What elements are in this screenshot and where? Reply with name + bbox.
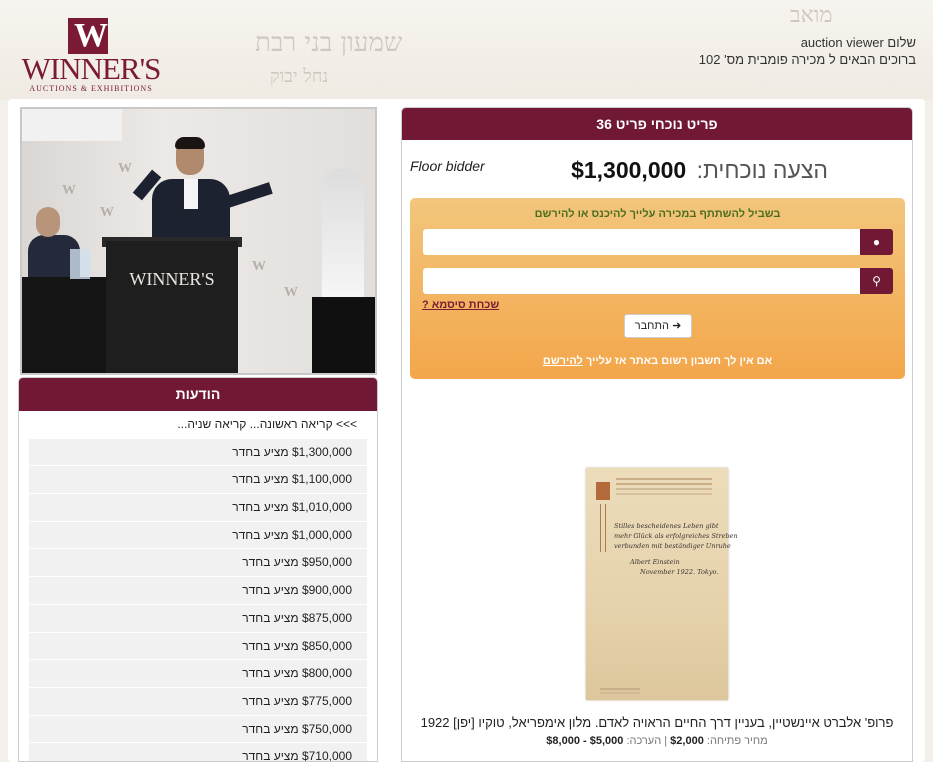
bid-message: $950,000 מציע בחדר: [29, 549, 367, 578]
bid-amount: $775,000: [301, 693, 352, 708]
messages-title: הודעות: [19, 378, 377, 411]
username-input[interactable]: [423, 229, 860, 255]
login-instructions: בשביל להשתתף במכירה עלייך להיכנס או להיר…: [534, 208, 781, 220]
login-button[interactable]: ➜ התחבר: [624, 314, 692, 338]
logo-mark: W: [68, 18, 108, 54]
messages-panel: הודעות >>> קריאה ראשונה... קריאה שניה...…: [18, 377, 378, 762]
greeting: שלום auction viewer ברוכים הבאים ל מכירה…: [699, 34, 916, 68]
bid-source-label: מציע בחדר: [242, 749, 299, 762]
bid-source-label: מציע בחדר: [242, 555, 299, 570]
current-bid: הצעה נוכחית: $1,300,000: [571, 157, 828, 184]
bid-source-label: מציע בחדר: [232, 444, 289, 459]
bid-amount: $950,000: [301, 555, 352, 570]
winners-logo[interactable]: W WINNER'S AUCTIONS & EXHIBITIONS: [16, 18, 166, 94]
user-icon: ●: [860, 229, 893, 255]
bid-message: $850,000 מציע בחדר: [29, 632, 367, 661]
bid-amount: $1,100,000: [291, 472, 352, 487]
current-bid-label: הצעה נוכחית:: [696, 157, 828, 183]
bid-message: $775,000 מציע בחדר: [29, 687, 367, 716]
bid-message: $710,000 מציע בחדר: [29, 743, 367, 762]
bid-source-label: מציע בחדר: [242, 610, 299, 625]
bid-amount: $750,000: [301, 721, 352, 736]
lot-image[interactable]: Stilles bescheidenes Leben gibt mehr Glü…: [586, 468, 738, 700]
greeting-hello: שלום: [887, 35, 916, 50]
bid-amount: $800,000: [301, 666, 352, 681]
user-name: auction viewer: [800, 35, 884, 50]
background-script: מואב: [790, 3, 833, 28]
projector-screen: [22, 109, 122, 141]
welcome-text: ברוכים הבאים ל מכירה פומבית מס' 102: [698, 52, 916, 67]
bid-amount: $875,000: [301, 610, 352, 625]
current-lot-panel: פריט נוכחי פריט 36 Floor bidder הצעה נוכ…: [401, 107, 913, 762]
register-link[interactable]: להירשם: [543, 355, 583, 367]
login-box: בשביל להשתתף במכירה עלייך להיכנס או להיר…: [410, 198, 905, 379]
forgot-password-link[interactable]: שכחת סיסמא ?: [422, 299, 499, 311]
bid-amount: $900,000: [301, 583, 352, 598]
logo-tagline: AUCTIONS & EXHIBITIONS: [29, 84, 153, 93]
background-script: שמעון בני רבת: [255, 28, 403, 58]
letterhead-crest: [596, 482, 610, 500]
bid-message: $875,000 מציע בחדר: [29, 604, 367, 633]
bid-amount: $710,000: [301, 749, 352, 762]
display-vase: [322, 169, 364, 299]
register-prompt: אם אין לך חשבון רשום באתר אז עלייך להירש…: [542, 355, 773, 367]
opening-price: $2,000: [670, 735, 704, 747]
bid-message: $800,000 מציע בחדר: [29, 660, 367, 688]
bid-source-label: מציע בחדר: [232, 500, 289, 515]
bid-source-label: מציע בחדר: [242, 638, 299, 653]
login-icon: ➜: [672, 320, 682, 332]
bid-amount: $1,010,000: [291, 500, 352, 515]
bid-source-label: מציע בחדר: [242, 583, 299, 598]
bid-amount: $850,000: [301, 638, 352, 653]
bid-list: $1,300,000 מציע בחדר $1,100,000 מציע בחדר…: [19, 438, 377, 762]
bid-message: $1,010,000 מציע בחדר: [29, 494, 367, 522]
bid-message: $1,300,000 מציע בחדר: [29, 438, 367, 467]
bid-message: $1,100,000 מציע בחדר: [29, 466, 367, 495]
bid-source-label: מציע בחדר: [242, 666, 299, 681]
call-message: >>> קריאה ראשונה... קריאה שניה...: [19, 411, 361, 439]
estimate-value: $5,000 - $8,000: [546, 735, 624, 747]
current-bid-value: $1,300,000: [571, 157, 687, 183]
bid-source: Floor bidder: [410, 158, 485, 174]
lot-prices: מחיר פתיחה: $2,000 | הערכה: $5,000 - $8,…: [546, 735, 768, 747]
bid-source-label: מציע בחדר: [242, 721, 299, 736]
podium-logo: WINNER'S: [129, 269, 215, 289]
background-script: נחל יבוק: [270, 66, 329, 87]
bid-amount: $1,000,000: [291, 527, 352, 542]
bid-source-label: מציע בחדר: [232, 527, 289, 542]
bid-message: $900,000 מציע בחדר: [29, 577, 367, 605]
bid-amount: $1,300,000: [291, 444, 352, 459]
podium: [106, 241, 238, 373]
bid-source-label: מציע בחדר: [232, 472, 289, 487]
lot-title: פריט נוכחי פריט 36: [402, 108, 912, 140]
bid-message: $1,000,000 מציע בחדר: [29, 521, 367, 550]
key-icon: ⚲: [860, 268, 893, 294]
logo-word: WINNER'S: [21, 51, 162, 86]
password-input[interactable]: [423, 268, 860, 294]
live-video[interactable]: W W W W W WINNER'S: [20, 107, 377, 375]
bid-source-label: מציע בחדר: [242, 693, 299, 708]
lot-description: פרופ' אלברט איינשטיין, בעניין דרך החיים …: [420, 715, 894, 730]
bid-message: $750,000 מציע בחדר: [29, 715, 367, 744]
